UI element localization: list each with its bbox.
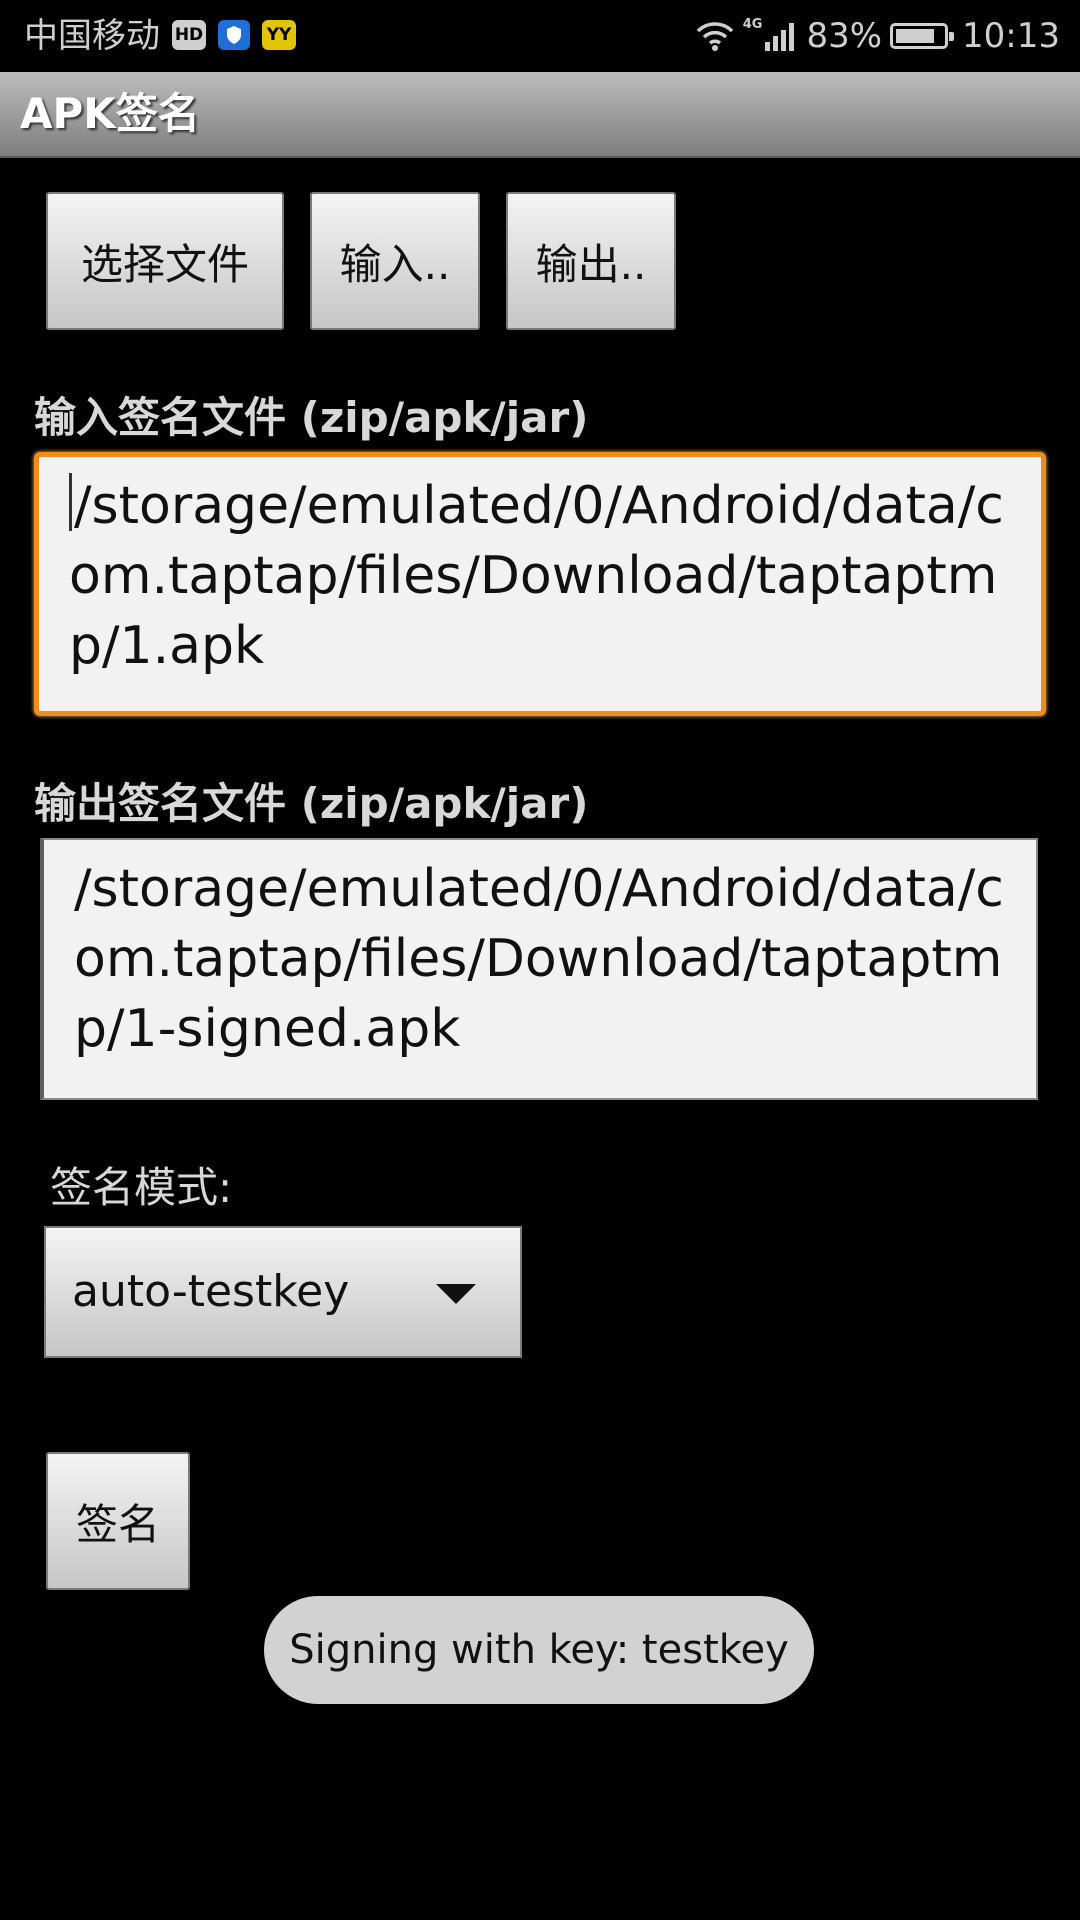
output-button[interactable]: 输出.. [506,192,676,330]
battery-percent: 83% [806,16,883,56]
status-bar: 中国移动 HD YY 4G 83% 10:13 [0,0,1080,72]
input-file-label: 输入签名文件 (zip/apk/jar) [34,393,589,442]
output-file-field[interactable]: /storage/emulated/0/Android/data/com.tap… [40,838,1038,1100]
battery-icon [890,23,955,49]
input-file-value: /storage/emulated/0/Android/data/com.tap… [69,476,1004,676]
app-title: APK签名 [20,89,200,138]
wifi-icon [696,22,733,51]
status-indicators: 4G 83% 10:13 [695,12,1060,60]
network-type-label: 4G [742,16,763,32]
input-button[interactable]: 输入.. [310,192,480,330]
sign-mode-value: auto-testkey [72,1266,350,1317]
carrier-name: 中国移动 [24,16,160,56]
toast-text: Signing with key: testkey [289,1627,789,1673]
sign-mode-label: 签名模式: [50,1163,233,1212]
shield-icon [218,20,250,50]
clock: 10:13 [962,16,1060,56]
select-file-button[interactable]: 选择文件 [46,192,284,330]
sign-button[interactable]: 签名 [46,1452,190,1590]
sign-mode-dropdown[interactable]: auto-testkey [44,1226,522,1358]
signal-icon [765,23,795,51]
text-caret [69,473,72,531]
dropdown-arrow-icon [436,1284,476,1304]
input-file-field[interactable]: /storage/emulated/0/Android/data/com.tap… [34,452,1046,716]
title-bar: APK签名 [0,72,1080,158]
output-file-value: /storage/emulated/0/Android/data/com.tap… [74,859,1004,1059]
toast-message: Signing with key: testkey [264,1596,814,1704]
output-file-label: 输出签名文件 (zip/apk/jar) [34,779,589,828]
yy-icon: YY [262,20,296,50]
hd-badge-icon: HD [172,20,206,50]
